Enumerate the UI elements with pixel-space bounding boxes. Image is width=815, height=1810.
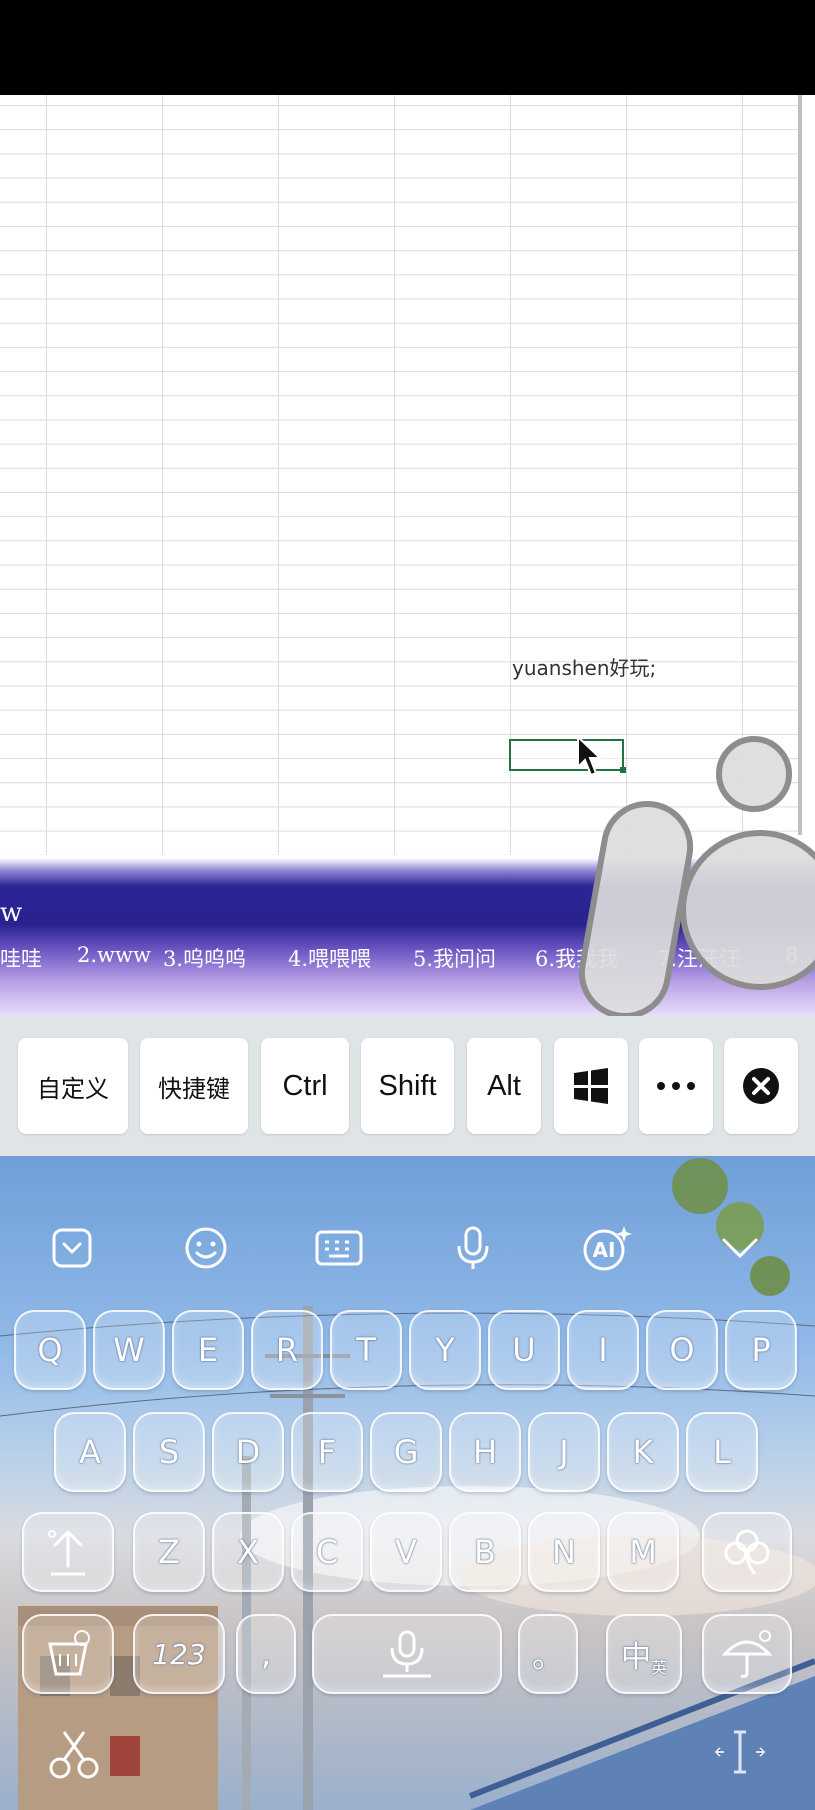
key-y[interactable]: Y [409, 1310, 481, 1390]
symbols-key[interactable] [22, 1614, 114, 1694]
keyboard-layout-icon[interactable] [311, 1224, 367, 1272]
space-voice-key[interactable] [312, 1614, 502, 1694]
key-b[interactable]: B [449, 1512, 521, 1592]
collapse-panel-icon[interactable] [44, 1224, 100, 1272]
status-bar [0, 0, 815, 95]
spreadsheet-grid[interactable] [0, 95, 800, 855]
basket-icon [48, 1630, 90, 1676]
close-shortcuts-button[interactable] [724, 1038, 798, 1134]
key-l[interactable]: L [686, 1412, 758, 1492]
ctrl-button[interactable]: Ctrl [261, 1038, 349, 1134]
key-d[interactable]: D [212, 1412, 284, 1492]
key-i[interactable]: I [567, 1310, 639, 1390]
floating-ball-small[interactable] [716, 736, 792, 812]
language-sub-label: 英 [650, 1658, 667, 1677]
cut-icon[interactable] [44, 1724, 104, 1784]
candidate-item[interactable]: 5.我问问 [413, 943, 496, 973]
numbers-key[interactable]: 123 [133, 1614, 225, 1694]
hotkeys-button[interactable]: 快捷键 [140, 1038, 248, 1134]
key-r[interactable]: R [251, 1310, 323, 1390]
key-t[interactable]: T [330, 1310, 402, 1390]
space-microphone-icon [383, 1630, 431, 1678]
key-z[interactable]: Z [133, 1512, 205, 1592]
enter-key[interactable] [702, 1614, 792, 1694]
language-main-label: 中 [620, 1640, 651, 1675]
shift-button[interactable]: Shift [361, 1038, 454, 1134]
alt-button[interactable]: Alt [467, 1038, 541, 1134]
cursor-move-icon[interactable] [712, 1724, 768, 1780]
cell-text[interactable]: yuanshen好玩; [512, 652, 656, 681]
candidate-item[interactable]: 3.呜呜呜 [163, 943, 246, 973]
candidate-item[interactable]: 2.www [77, 943, 151, 967]
candidate-item[interactable]: 4.喂喂喂 [288, 943, 371, 973]
shift-label: Shift [378, 1069, 437, 1102]
windows-key-button[interactable] [554, 1038, 628, 1134]
key-o[interactable]: O [646, 1310, 718, 1390]
sheet-scrollbar[interactable] [798, 95, 802, 835]
backspace-key[interactable] [702, 1512, 792, 1592]
shift-arrow-icon [48, 1529, 85, 1576]
key-n[interactable]: N [528, 1512, 600, 1592]
key-u[interactable]: U [488, 1310, 560, 1390]
clover-icon [724, 1529, 770, 1576]
hide-keyboard-icon[interactable] [712, 1224, 768, 1272]
ctrl-label: Ctrl [282, 1069, 328, 1102]
close-circle-icon [743, 1068, 779, 1104]
key-s[interactable]: S [133, 1412, 205, 1492]
language-switch-key[interactable]: 中 英 [606, 1614, 682, 1694]
keyboard: AI Q W E R T Y U I O P A S D F G H J K L… [0, 1156, 815, 1810]
microphone-icon[interactable] [445, 1224, 501, 1272]
fill-handle[interactable] [620, 767, 626, 773]
custom-button[interactable]: 自定义 [18, 1038, 128, 1134]
comma-key[interactable]: , [236, 1614, 296, 1694]
period-key[interactable]: 。 [518, 1614, 578, 1694]
key-m[interactable]: M [607, 1512, 679, 1592]
shortcut-row: 自定义 快捷键 Ctrl Shift Alt [0, 1016, 815, 1156]
key-a[interactable]: A [54, 1412, 126, 1492]
ai-button[interactable]: AI [578, 1224, 634, 1272]
key-g[interactable]: G [370, 1412, 442, 1492]
more-button[interactable] [639, 1038, 713, 1134]
composition-text: w [0, 898, 23, 928]
key-w[interactable]: W [93, 1310, 165, 1390]
windows-icon [574, 1068, 608, 1104]
shift-key[interactable] [22, 1512, 114, 1592]
key-j[interactable]: J [528, 1412, 600, 1492]
alt-label: Alt [487, 1069, 521, 1102]
key-q[interactable]: Q [14, 1310, 86, 1390]
ai-label: AI [592, 1238, 616, 1262]
key-e[interactable]: E [172, 1310, 244, 1390]
key-x[interactable]: X [212, 1512, 284, 1592]
key-v[interactable]: V [370, 1512, 442, 1592]
emoji-icon[interactable] [178, 1224, 234, 1272]
key-c[interactable]: C [291, 1512, 363, 1592]
key-f[interactable]: F [291, 1412, 363, 1492]
key-k[interactable]: K [607, 1412, 679, 1492]
mouse-cursor-icon [577, 735, 603, 777]
selected-cell[interactable] [509, 739, 626, 773]
key-h[interactable]: H [449, 1412, 521, 1492]
key-p[interactable]: P [725, 1310, 797, 1390]
more-dots-icon [657, 1082, 695, 1090]
custom-label: 自定义 [37, 1074, 109, 1103]
hotkeys-label: 快捷键 [158, 1074, 230, 1103]
candidate-item[interactable]: 哇哇 [0, 943, 42, 973]
umbrella-icon [721, 1630, 773, 1678]
